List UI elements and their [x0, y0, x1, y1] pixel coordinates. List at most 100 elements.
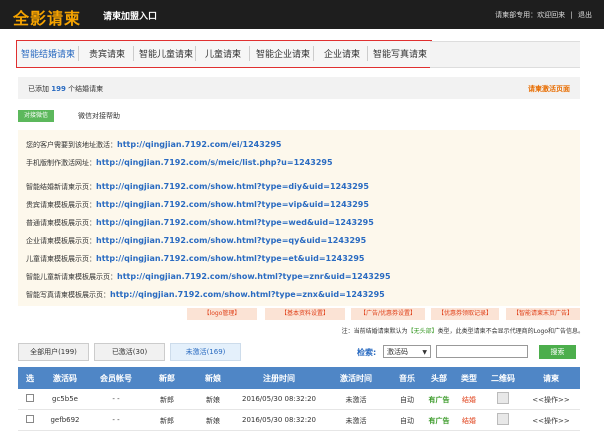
brand-logo: 全影请柬 — [13, 9, 82, 28]
url-row: 您的客户需要到该地址激活：http://qingjian.7192.com/ei… — [26, 140, 281, 150]
filter-activated[interactable]: 已激活(30) — [94, 343, 165, 361]
url-row: 企业请柬模板展示页：http://qingjian.7192.com/show.… — [26, 236, 366, 246]
url-label: 智能写真请柬模板展示页： — [26, 291, 110, 299]
url-link[interactable]: http://qingjian.7192.com/s/meic/list.php… — [96, 158, 333, 167]
tabbar-extension — [430, 41, 580, 68]
url-row: 手机版制作激活网址：http://qingjian.7192.com/s/mei… — [26, 158, 333, 168]
cell-act-time: 未激活 — [345, 396, 367, 404]
cell-groom: 新郎 — [160, 417, 174, 425]
cell-account: - - — [112, 395, 120, 403]
wechat-help-link[interactable]: 微信对接帮助 — [78, 111, 120, 121]
tab-vip[interactable]: 贵宾请柬 — [89, 47, 125, 60]
url-row: 儿童请柬模板展示页：http://qingjian.7192.com/show.… — [26, 254, 364, 264]
top-header: 全影请柬 请柬加盟入口 请柬部专用：欢迎回来 | 退出 — [0, 0, 604, 29]
last-page-ad-button[interactable]: 【智能请柬末页广告】 — [506, 308, 580, 320]
page-title: 请柬加盟入口 — [103, 12, 158, 22]
cell-type[interactable]: 结婚 — [454, 416, 484, 426]
logout-link[interactable]: 退出 — [578, 11, 592, 19]
cell-head: 有广告 — [428, 396, 450, 404]
url-row: 普通请柬模板展示页：http://qingjian.7192.com/show.… — [26, 218, 374, 228]
url-row: 智能写真请柬模板展示页：http://qingjian.7192.com/sho… — [26, 290, 385, 300]
url-link[interactable]: http://qingjian.7192.com/show.html?type=… — [96, 200, 369, 209]
url-label: 您的客户需要到该地址激活： — [26, 141, 117, 149]
basic-settings-button[interactable]: 【基本资料设置】 — [265, 308, 345, 320]
url-label: 智能结婚新请柬示页： — [26, 183, 96, 191]
table-header: 选 激活码 会员帐号 新郎 新娘 注册时间 激活时间 音乐 头部 类型 二维码 … — [18, 367, 580, 389]
tab-smart-enterprise[interactable]: 智能企业请柬 — [256, 47, 310, 60]
col-reg-time: 注册时间 — [263, 374, 295, 383]
logo-manage-button[interactable]: 【logo管理】 — [187, 308, 257, 320]
url-link[interactable]: http://qingjian.7192.com/show.html?type=… — [96, 218, 374, 227]
col-code: 激活码 — [53, 374, 77, 383]
search-button[interactable]: 搜索 — [539, 345, 576, 359]
cell-account: - - — [112, 416, 120, 424]
filter-not-activated[interactable]: 未激活(169) — [170, 343, 241, 361]
url-panel: 您的客户需要到该地址激活：http://qingjian.7192.com/ei… — [18, 130, 580, 306]
tab-smart-wedding[interactable]: 智能结婚请柬 — [21, 47, 75, 60]
url-link[interactable]: http://qingjian.7192.com/show.html?type=… — [110, 290, 385, 299]
row-checkbox[interactable] — [26, 394, 34, 402]
url-label: 智能儿童新请柬模板展示页： — [26, 273, 117, 281]
search-field-select[interactable]: 激活码 ▼ — [383, 345, 431, 358]
col-account: 会员帐号 — [100, 374, 132, 383]
note-prefix: 注：当前结婚请柬默认为 — [341, 328, 408, 335]
col-act-time: 激活时间 — [340, 374, 372, 383]
url-link[interactable]: http://qingjian.7192.com/show.html?type=… — [96, 182, 369, 191]
cell-type[interactable]: 结婚 — [454, 395, 484, 405]
url-label: 企业请柬模板展示页： — [26, 237, 96, 245]
url-label: 手机版制作激活网址： — [26, 159, 96, 167]
activate-page-link[interactable]: 请柬激活页面 — [528, 84, 570, 94]
url-link[interactable]: http://qingjian.7192.com/show.html?type=… — [96, 254, 364, 263]
tab-children[interactable]: 儿童请柬 — [205, 47, 241, 60]
table-row: gefb692 - - 新郎 新娘 2016/05/30 08:32:20 未激… — [18, 410, 580, 431]
tab-enterprise[interactable]: 企业请柬 — [324, 47, 360, 60]
col-invite: 请柬 — [543, 374, 559, 383]
coupon-records-button[interactable]: 【优惠券领取记录】 — [431, 308, 499, 320]
tab-divider — [313, 46, 314, 61]
col-qrcode: 二维码 — [491, 374, 515, 383]
qr-code-icon[interactable] — [497, 413, 509, 425]
url-row: 贵宾请柬模板展示页：http://qingjian.7192.com/show.… — [26, 200, 369, 210]
qr-code-icon[interactable] — [497, 392, 509, 404]
col-head: 头部 — [431, 374, 447, 383]
url-link[interactable]: http://qingjian.7192.com/show.html?type=… — [96, 236, 366, 245]
category-tabbar: 智能结婚请柬 贵宾请柬 智能儿童请柬 儿童请柬 智能企业请柬 企业请柬 智能写真… — [16, 40, 432, 68]
user-area: 请柬部专用：欢迎回来 | 退出 — [492, 10, 592, 20]
cell-music: 自动 — [400, 417, 414, 425]
url-link[interactable]: http://qingjian.7192.com/ei/1243295 — [117, 140, 281, 149]
added-prefix: 已添加 — [28, 85, 49, 93]
tab-divider — [195, 46, 196, 61]
col-bride: 新娘 — [205, 374, 221, 383]
select-value: 激活码 — [387, 348, 408, 356]
search-input[interactable] — [436, 345, 528, 358]
tab-divider — [249, 46, 250, 61]
added-count-text: 已添加 199 个结婚请柬 — [28, 84, 103, 94]
filter-all-users[interactable]: 全部用户(199) — [18, 343, 89, 361]
tab-divider — [133, 46, 134, 61]
cell-reg-time: 2016/05/30 08:32:20 — [241, 395, 316, 403]
url-label: 贵宾请柬模板展示页： — [26, 201, 96, 209]
ad-coupon-settings-button[interactable]: 【广告/优惠券设置】 — [351, 308, 425, 320]
search-label: 检索: — [357, 348, 377, 357]
url-row: 智能结婚新请柬示页：http://qingjian.7192.com/show.… — [26, 182, 369, 192]
tab-smart-children[interactable]: 智能儿童请柬 — [139, 47, 193, 60]
tab-smart-portrait[interactable]: 智能写真请柬 — [373, 47, 427, 60]
col-select: 选 — [26, 374, 34, 383]
url-label: 儿童请柬模板展示页： — [26, 255, 96, 263]
cell-bride: 新娘 — [206, 396, 220, 404]
cell-operation[interactable]: <<操作>> — [522, 416, 580, 426]
cell-music: 自动 — [400, 396, 414, 404]
cell-bride: 新娘 — [206, 417, 220, 425]
chevron-down-icon: ▼ — [422, 349, 427, 356]
row-checkbox[interactable] — [26, 415, 34, 423]
wechat-connect-button[interactable]: 对接微信 — [18, 110, 54, 122]
note-highlight: 【无头部】 — [407, 328, 438, 335]
cell-code: gefb692 — [50, 416, 80, 424]
welcome-text: 请柬部专用：欢迎回来 — [495, 11, 566, 19]
info-bar: 已添加 199 个结婚请柬 请柬激活页面 — [18, 77, 580, 99]
tab-divider — [78, 46, 79, 61]
cell-operation[interactable]: <<操作>> — [522, 395, 580, 405]
url-link[interactable]: http://qingjian.7192.com/show.html?type=… — [117, 272, 391, 281]
col-music: 音乐 — [399, 374, 415, 383]
cell-head: 有广告 — [428, 417, 450, 425]
